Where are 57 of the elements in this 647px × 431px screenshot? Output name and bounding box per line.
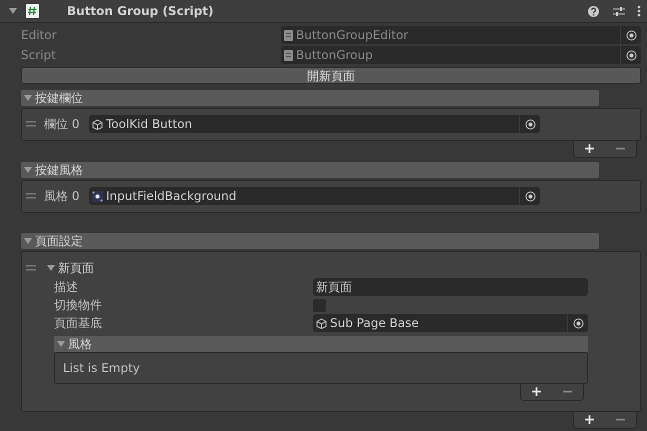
object-field[interactable]: ToolKid Button [89,115,540,133]
object-field-value: Sub Page Base [330,316,419,330]
script-icon [26,4,39,18]
expanded-triangle-icon[interactable] [23,94,33,102]
object-field-value: ButtonGroupEditor [296,28,408,42]
cube-icon [92,118,103,130]
sprite-icon [92,190,103,202]
help-icon[interactable] [588,6,599,16]
drag-handle-icon[interactable] [26,265,36,271]
target-icon[interactable] [524,190,536,202]
remove-button[interactable]: − [610,142,630,156]
component-title: Button Group (Script) [67,4,215,18]
object-field-value: ButtonGroup [296,48,373,62]
more-menu-icon[interactable] [637,5,641,17]
section-title: 風格 [68,336,92,352]
text-field[interactable]: 新頁面 [313,278,588,296]
expanded-triangle-icon[interactable] [46,264,56,272]
drag-handle-icon[interactable] [26,193,36,199]
expanded-triangle-icon[interactable] [23,237,33,245]
expanded-triangle-icon[interactable] [8,7,18,15]
section-title: 頁面設定 [35,232,83,250]
empty-list-text: List is Empty [63,361,141,375]
open-page-button[interactable]: 開新頁面 [21,67,641,84]
foldout-header[interactable]: 按鍵風格 [21,162,599,178]
field-label: Script [21,48,57,62]
section-title: 按鍵風格 [35,162,83,178]
target-icon[interactable] [524,118,536,130]
element-title: 新頁面 [58,260,94,276]
object-field-value: InputFieldBackground [106,189,236,203]
element-label: 欄位 0 [44,116,80,132]
foldout-header[interactable]: 按鍵欄位 [21,90,599,106]
foldout-header[interactable]: 風格 [54,336,588,352]
add-button[interactable]: + [580,413,600,427]
document-icon [284,50,293,60]
foldout-header[interactable]: 頁面設定 [21,233,599,249]
drag-handle-icon[interactable] [26,121,36,127]
object-field[interactable]: Sub Page Base [313,314,588,332]
object-field-value: ToolKid Button [106,117,192,131]
field-label: 切換物件 [54,296,103,314]
target-icon[interactable] [572,318,584,328]
add-button[interactable]: + [580,142,600,156]
expanded-triangle-icon[interactable] [23,166,33,174]
expanded-triangle-icon[interactable] [56,340,66,348]
cube-icon [316,318,327,328]
field-label: Editor [21,28,58,42]
component-header[interactable]: Button Group (Script) [0,0,647,23]
settings-sliders-icon[interactable] [613,6,625,16]
document-icon [284,30,293,40]
element-label: 風格 0 [44,188,80,204]
text-field-value: 新頁面 [316,278,352,296]
object-field[interactable]: InputFieldBackground [89,187,540,205]
remove-button[interactable]: − [558,385,578,399]
field-label: 描述 [54,278,79,296]
add-button[interactable]: + [526,385,546,399]
field-label: 頁面基底 [54,314,103,332]
section-title: 按鍵欄位 [35,90,83,106]
remove-button[interactable]: − [610,413,630,427]
